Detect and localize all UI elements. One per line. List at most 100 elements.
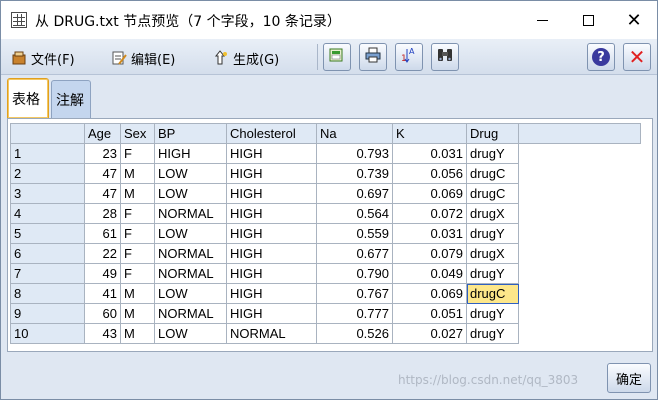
table-cell[interactable]: F [120,243,155,264]
table-cell[interactable]: HIGH [226,183,317,204]
table-cell[interactable]: drugY [466,143,519,164]
row-header[interactable]: 10 [10,323,85,344]
table-cell[interactable]: HIGH [154,143,227,164]
table-cell[interactable]: NORMAL [154,303,227,324]
table-cell[interactable]: M [120,183,155,204]
table-cell[interactable]: 0.051 [392,303,467,324]
tab-table[interactable]: 表格 [7,78,49,118]
column-header-drug[interactable]: Drug [466,123,519,144]
table-cell[interactable]: 28 [84,203,121,224]
table-cell[interactable]: M [120,163,155,184]
table-cell[interactable]: 0.777 [316,303,393,324]
table-cell[interactable]: 0.031 [392,223,467,244]
table-cell[interactable]: 0.079 [392,243,467,264]
table-cell[interactable]: F [120,263,155,284]
row-header[interactable]: 5 [10,223,85,244]
table-cell[interactable]: 0.069 [392,283,467,304]
table-cell[interactable]: 47 [84,183,121,204]
table-cell[interactable]: 43 [84,323,121,344]
table-cell[interactable]: 0.049 [392,263,467,284]
table-row[interactable]: 6 22 F NORMAL HIGH 0.677 0.079 drugX [10,243,641,264]
table-cell[interactable]: 0.793 [316,143,393,164]
table-cell[interactable]: drugC [466,283,519,304]
row-header[interactable]: 7 [10,263,85,284]
table-cell[interactable]: drugX [466,203,519,224]
table-cell[interactable]: LOW [154,283,227,304]
table-row[interactable]: 2 47 M LOW HIGH 0.739 0.056 drugC [10,163,641,184]
table-cell[interactable]: 0.697 [316,183,393,204]
table-cell[interactable]: HIGH [226,163,317,184]
sort-button[interactable]: 1A [395,43,423,71]
table-cell[interactable]: LOW [154,223,227,244]
table-row[interactable]: 3 47 M LOW HIGH 0.697 0.069 drugC [10,183,641,204]
table-cell[interactable]: M [120,283,155,304]
table-cell[interactable]: 22 [84,243,121,264]
table-cell[interactable]: 61 [84,223,121,244]
table-cell[interactable]: 0.056 [392,163,467,184]
column-header-bp[interactable]: BP [154,123,227,144]
table-cell[interactable]: drugY [466,223,519,244]
column-header-age[interactable]: Age [84,123,121,144]
table-row[interactable]: 10 43 M LOW NORMAL 0.526 0.027 drugY [10,323,641,344]
table-row[interactable]: 5 61 F LOW HIGH 0.559 0.031 drugY [10,223,641,244]
print-button[interactable] [359,43,387,71]
column-header-cholesterol[interactable]: Cholesterol [226,123,317,144]
table-cell[interactable]: F [120,203,155,224]
row-header[interactable]: 1 [10,143,85,164]
table-cell[interactable]: drugY [466,263,519,284]
table-cell[interactable]: 41 [84,283,121,304]
table-cell[interactable]: M [120,323,155,344]
row-header[interactable]: 8 [10,283,85,304]
table-row[interactable]: 8 41 M LOW HIGH 0.767 0.069 drugC [10,283,641,304]
table-cell[interactable]: 0.677 [316,243,393,264]
row-header[interactable]: 9 [10,303,85,324]
table-cell[interactable]: LOW [154,183,227,204]
menu-file[interactable]: 文件(F) [11,47,75,69]
table-cell[interactable]: M [120,303,155,324]
table-cell[interactable]: 0.027 [392,323,467,344]
table-cell[interactable]: 0.767 [316,283,393,304]
table-cell[interactable]: 0.072 [392,203,467,224]
ok-button[interactable]: 确定 [607,363,651,393]
table-cell[interactable]: LOW [154,163,227,184]
table-cell[interactable]: drugC [466,183,519,204]
table-cell[interactable]: drugC [466,163,519,184]
table-cell[interactable]: drugX [466,243,519,264]
table-row[interactable]: 9 60 M NORMAL HIGH 0.777 0.051 drugY [10,303,641,324]
table-cell[interactable]: HIGH [226,283,317,304]
table-cell[interactable]: drugY [466,303,519,324]
table-cell[interactable]: HIGH [226,263,317,284]
maximize-button[interactable] [565,1,611,39]
menu-edit[interactable]: 编辑(E) [111,47,175,69]
table-row[interactable]: 1 23 F HIGH HIGH 0.793 0.031 drugY [10,143,641,164]
table-cell[interactable]: 0.739 [316,163,393,184]
table-cell[interactable]: NORMAL [226,323,317,344]
table-cell[interactable]: HIGH [226,303,317,324]
find-button[interactable] [431,43,459,71]
table-cell[interactable]: 0.031 [392,143,467,164]
table-cell[interactable]: 0.069 [392,183,467,204]
column-header-sex[interactable]: Sex [120,123,155,144]
table-cell[interactable]: 0.564 [316,203,393,224]
export-button[interactable] [323,43,351,71]
close-preview-button[interactable]: ✕ [623,43,651,71]
tab-annotations[interactable]: 注解 [51,80,91,118]
table-row[interactable]: 7 49 F NORMAL HIGH 0.790 0.049 drugY [10,263,641,284]
menu-generate[interactable]: 生成(G) [213,47,279,69]
table-cell[interactable]: 0.526 [316,323,393,344]
row-header[interactable]: 3 [10,183,85,204]
table-cell[interactable]: HIGH [226,243,317,264]
table-cell[interactable]: 47 [84,163,121,184]
column-header-na[interactable]: Na [316,123,393,144]
table-cell[interactable]: F [120,143,155,164]
table-cell[interactable]: 23 [84,143,121,164]
row-header[interactable]: 4 [10,203,85,224]
table-cell[interactable]: drugY [466,323,519,344]
table-cell[interactable]: NORMAL [154,263,227,284]
close-window-button[interactable]: ✕ [611,1,657,39]
table-cell[interactable]: HIGH [226,203,317,224]
help-button[interactable]: ? [587,43,615,71]
table-cell[interactable]: 60 [84,303,121,324]
table-row[interactable]: 4 28 F NORMAL HIGH 0.564 0.072 drugX [10,203,641,224]
table-cell[interactable]: 0.559 [316,223,393,244]
